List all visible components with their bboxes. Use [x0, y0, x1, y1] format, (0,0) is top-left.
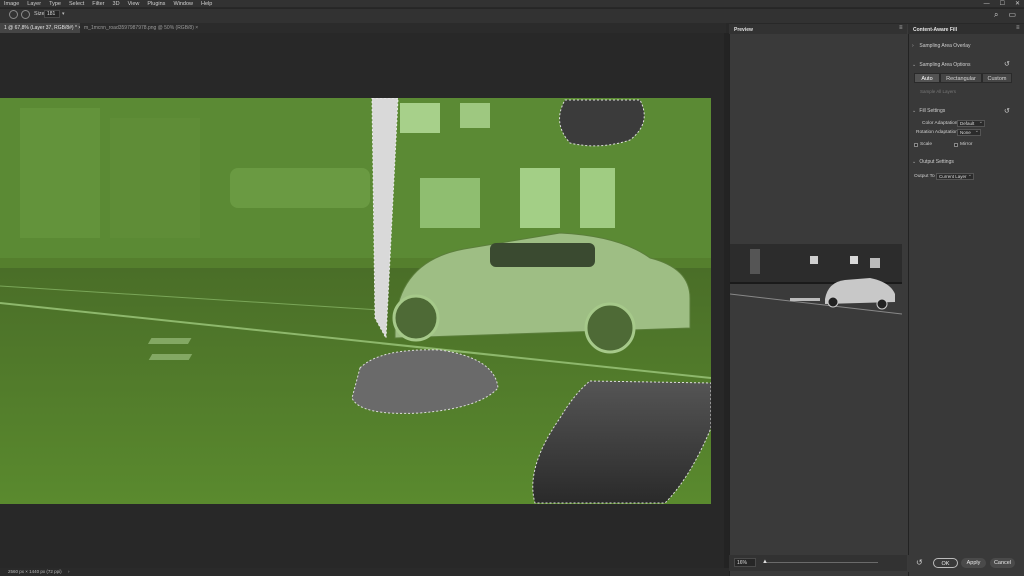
status-bar	[0, 568, 730, 576]
add-mode-icon[interactable]	[9, 10, 18, 19]
section-sampling-overlay[interactable]: › Sampling Area Overlay	[912, 43, 971, 49]
color-adaptation-select[interactable]: Default	[957, 119, 985, 127]
rotation-adaptation-label: Rotation Adaptation	[916, 130, 958, 135]
reset-fill-icon[interactable]: ↺	[1004, 107, 1010, 115]
tab-close-icon[interactable]: ×	[195, 25, 198, 31]
section-sampling-options[interactable]: ⌄ Sampling Area Options	[912, 62, 971, 68]
color-adaptation-label: Color Adaptation	[922, 121, 958, 126]
menu-help[interactable]: Help	[197, 1, 216, 7]
close-icon[interactable]: ✕	[1015, 0, 1020, 7]
preview-image	[730, 244, 902, 340]
ok-button[interactable]: OK	[933, 558, 958, 568]
options-bar	[0, 8, 1024, 23]
image-with-sampling-overlay	[0, 98, 711, 504]
section-label: Sampling Area Options	[919, 62, 971, 68]
status-arrow-icon[interactable]: ›	[68, 569, 70, 574]
reset-all-icon[interactable]: ↺	[916, 558, 923, 567]
zoom-input[interactable]: 16%	[734, 558, 756, 567]
document-dimensions: 2560 px × 1440 px (72 ppi)	[8, 569, 62, 574]
section-output-settings[interactable]: ⌄ Output Settings	[912, 159, 954, 165]
section-label: Fill Settings	[919, 108, 946, 114]
output-to-label: Output To	[914, 174, 935, 179]
size-dropdown-icon[interactable]: ▾	[62, 10, 67, 18]
sampling-custom-button[interactable]: Custom	[982, 73, 1012, 83]
document-image[interactable]	[0, 98, 711, 504]
zoom-slider-track[interactable]	[766, 562, 878, 563]
menu-bar: Image Layer Type Select Filter 3D View P…	[0, 0, 1024, 7]
scale-label: Scale	[920, 142, 932, 147]
sampling-rectangular-button[interactable]: Rectangular	[940, 73, 982, 83]
subtract-mode-icon[interactable]	[21, 10, 30, 19]
options-right: ⌕ ▭	[994, 10, 1016, 20]
menu-filter[interactable]: Filter	[88, 1, 108, 7]
menu-window[interactable]: Window	[169, 1, 197, 7]
chevron-right-icon: ›	[912, 43, 914, 49]
mirror-label: Mirror	[960, 142, 973, 147]
cancel-button[interactable]: Cancel	[990, 558, 1015, 568]
maximize-icon[interactable]: ☐	[1000, 0, 1005, 7]
window-controls: — ☐ ✕	[984, 0, 1020, 8]
tab-label: m_1mcnn_road3597987978.png @ 50% (RGB/8)	[84, 25, 194, 31]
chevron-down-icon: ⌄	[912, 159, 917, 165]
scale-checkbox[interactable]	[914, 143, 918, 147]
preview-menu-icon[interactable]: ≡	[899, 25, 903, 31]
preview-header	[729, 24, 907, 34]
apply-button[interactable]: Apply	[961, 558, 986, 568]
search-icon[interactable]: ⌕	[994, 10, 998, 20]
tab-document-2[interactable]: m_1mcnn_road3597987978.png @ 50% (RGB/8)…	[80, 23, 203, 33]
section-label: Sampling Area Overlay	[919, 43, 971, 49]
section-label: Output Settings	[919, 159, 954, 165]
rotation-adaptation-select[interactable]: None	[957, 128, 981, 136]
reset-sampling-icon[interactable]: ↺	[1004, 60, 1010, 68]
size-input[interactable]: 181	[44, 10, 60, 18]
preview-thumbnail	[730, 244, 902, 340]
menu-select[interactable]: Select	[65, 1, 88, 7]
sample-all-layers-option[interactable]: Sample All Layers	[920, 89, 956, 94]
section-fill-settings[interactable]: ⌄ Fill Settings	[912, 108, 945, 114]
minimize-icon[interactable]: —	[984, 1, 990, 7]
sampling-auto-button[interactable]: Auto	[914, 73, 940, 83]
menu-image[interactable]: Image	[0, 1, 23, 7]
tab-label: 1 @ 67,8% (Layer 37, RGB/8#) *	[4, 25, 77, 31]
chevron-down-icon: ⌄	[912, 108, 917, 114]
zoom-slider-thumb[interactable]: ▲	[762, 559, 768, 565]
menu-layer[interactable]: Layer	[23, 1, 45, 7]
caf-menu-icon[interactable]: ≡	[1016, 25, 1020, 31]
menu-type[interactable]: Type	[45, 1, 65, 7]
caf-title: Content-Aware Fill	[913, 27, 958, 33]
tab-document-1[interactable]: 1 @ 67,8% (Layer 37, RGB/8#) * ×	[0, 23, 86, 33]
preview-title: Preview	[734, 27, 753, 33]
mirror-checkbox[interactable]	[954, 143, 958, 147]
chevron-down-icon: ⌄	[912, 62, 917, 68]
menu-3d[interactable]: 3D	[109, 1, 124, 7]
menu-plugins[interactable]: Plugins	[143, 1, 169, 7]
output-to-select[interactable]: Current Layer	[936, 172, 974, 180]
menu-view[interactable]: View	[124, 1, 144, 7]
workspace-icon[interactable]: ▭	[1008, 10, 1016, 20]
